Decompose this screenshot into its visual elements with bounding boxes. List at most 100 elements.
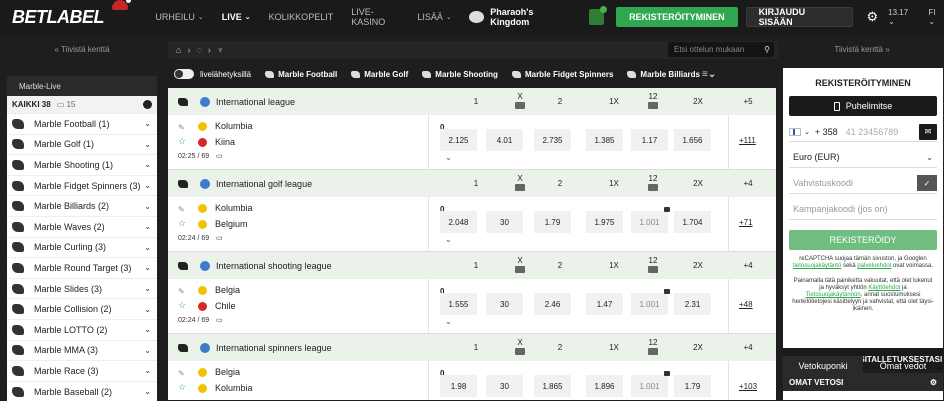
language-select[interactable]: FI ⌄ [928, 8, 944, 26]
event-row[interactable]: ✎☆02:24 / 69▭KolumbiaBelgium00⌄2.048301.… [168, 197, 776, 252]
trophy-icon[interactable]: ♆ [217, 45, 224, 55]
chevron-down-icon[interactable] [515, 348, 525, 355]
pin-icon[interactable]: ✎ [178, 287, 185, 296]
home-icon[interactable]: ⌂ [176, 45, 181, 55]
event-row[interactable]: ✎☆02:24 / 69▭BelgiaChile00⌄1.555302.461.… [168, 279, 776, 334]
collapse-left-button[interactable]: « Tiivistä kenttä [0, 34, 164, 64]
check-icon[interactable]: ✓ [917, 175, 937, 191]
event-row[interactable]: ✎☆BelgiaKolumbia00⌄1.98301.8651.8961.001… [168, 361, 776, 400]
league-header[interactable]: International spinners league 1 X 2 1X 12 2X +4 [168, 334, 776, 361]
terms-link[interactable]: palveluehdot [857, 263, 891, 269]
privacy-link[interactable]: tietosuojakäytäntö [793, 263, 841, 269]
sidebar-item-sport[interactable]: Marble Golf (1) ⌄ [7, 133, 157, 155]
sidebar-item-sport[interactable]: Marble MMA (3) ⌄ [7, 339, 157, 361]
odd-button[interactable]: 1.98 [440, 375, 477, 397]
nav-kolikkopelit[interactable]: KOLIKKOPELIT [260, 0, 343, 34]
nav-live-kasino[interactable]: LIVE-KASINO [342, 0, 408, 34]
odd-button[interactable]: 2.46 [534, 293, 571, 315]
odd-button[interactable]: 1.17 [631, 129, 668, 151]
filter-marble-fidget[interactable]: Marble Fidget Spinners [511, 70, 613, 79]
filter-marble-golf[interactable]: Marble Golf [351, 70, 408, 79]
chevron-down-icon[interactable] [515, 266, 525, 273]
chevron-down-icon[interactable] [648, 348, 658, 355]
gear-icon[interactable]: ⚙ [930, 378, 937, 387]
sidebar-item-sport[interactable]: Marble Round Target (3) ⌄ [7, 257, 157, 278]
odd-button[interactable]: 1.656 [674, 129, 711, 151]
more-markets-link[interactable]: +103 [739, 382, 757, 391]
gift-icon[interactable] [588, 6, 608, 25]
chevron-down-icon[interactable] [515, 102, 525, 109]
promo-code-field[interactable]: Kampanjakoodi (jos on) [789, 199, 937, 220]
pharaoh-promo-link[interactable]: Pharaoh's Kingdom [461, 7, 583, 27]
register-submit-button[interactable]: REKISTERÖIDY [789, 230, 937, 250]
pin-icon[interactable]: ✎ [178, 123, 185, 132]
nav-lisaa[interactable]: LISÄÄ ⌄ [408, 0, 460, 34]
odd-button[interactable]: 1.001 [631, 293, 668, 315]
more-markets-link[interactable]: +71 [739, 218, 753, 227]
star-icon[interactable]: ☆ [178, 382, 186, 393]
odd-button[interactable]: 1.704 [674, 211, 711, 233]
odd-button[interactable]: 1.001 [631, 211, 668, 233]
odd-button[interactable]: 1.47 [586, 293, 623, 315]
nav-live[interactable]: LIVE ⌄ [213, 0, 260, 34]
event-row[interactable]: ✎☆02:25 / 69▭KolumbiaKiina00⌄2.1254.012.… [168, 115, 776, 170]
clock[interactable]: 13.17 ⌄ [888, 8, 916, 26]
collapse-right-button[interactable]: Tiivistä kenttä » [780, 34, 944, 64]
chevron-down-icon[interactable]: ⌄ [445, 317, 452, 326]
search-input[interactable]: Etsi ottelun mukaan ⚲ [668, 42, 774, 57]
sidebar-item-sport[interactable]: Marble Collision (2) ⌄ [7, 298, 157, 319]
star-icon[interactable]: ☆ [178, 218, 186, 229]
all-sports-item[interactable]: KAIKKI 38 ▭ 15 [7, 96, 157, 113]
pin-icon[interactable]: ✎ [178, 205, 185, 214]
sidebar-item-sport[interactable]: Marble Football (1) ⌄ [7, 113, 157, 134]
privacy-policy-link[interactable]: Tietosuojakäytännön [806, 292, 861, 298]
more-markets-count[interactable]: +4 [738, 343, 758, 352]
filter-marble-billiards[interactable]: Marble Billiards ≡⌄ [627, 69, 716, 80]
sidebar-item-sport[interactable]: Marble Slides (3) ⌄ [7, 277, 157, 299]
gear-icon[interactable]: ⚙ [867, 9, 879, 25]
more-markets-count[interactable]: +4 [738, 179, 758, 188]
odd-button[interactable]: 1.79 [674, 375, 711, 397]
odd-button[interactable]: 30 [486, 211, 523, 233]
sidebar-item-sport[interactable]: Marble LOTTO (2) ⌄ [7, 318, 157, 340]
sidebar-item-sport[interactable]: Marble Billiards (2) ⌄ [7, 195, 157, 216]
confirm-code-field[interactable]: Vahvistuskoodi ✓ [789, 173, 937, 194]
odd-button[interactable]: 30 [486, 375, 523, 397]
menu-icon[interactable]: ≡⌄ [702, 69, 716, 80]
register-button[interactable]: REKISTERÖITYMINEN [616, 7, 738, 27]
live-stream-toggle[interactable] [174, 69, 194, 79]
chevron-down-icon[interactable] [515, 184, 525, 191]
more-markets-count[interactable]: +5 [738, 97, 758, 106]
odd-button[interactable]: 2.125 [440, 129, 477, 151]
odd-button[interactable]: 1.896 [586, 375, 623, 397]
odd-button[interactable]: 1.001 [631, 375, 668, 397]
sidebar-item-sport[interactable]: Marble Race (3) ⌄ [7, 360, 157, 381]
chevron-down-icon[interactable] [648, 266, 658, 273]
odd-button[interactable]: 2.31 [674, 293, 711, 315]
chevron-down-icon[interactable]: ⌄ [445, 153, 452, 162]
sidebar-item-sport[interactable]: Marble Waves (2) ⌄ [7, 215, 157, 237]
league-header[interactable]: International league 1 X 2 1X 12 2X +5 [168, 88, 776, 115]
chevron-down-icon[interactable] [648, 184, 658, 191]
star-icon[interactable]: ☆ [178, 136, 186, 147]
more-markets-count[interactable]: +4 [738, 261, 758, 270]
filter-marble-shooting[interactable]: Marble Shooting [422, 70, 498, 79]
league-header[interactable]: International shooting league 1 X 2 1X 12 2X +4 [168, 252, 776, 279]
more-markets-link[interactable]: +48 [739, 300, 753, 309]
odd-button[interactable]: 30 [486, 293, 523, 315]
odd-button[interactable]: 1.555 [440, 293, 477, 315]
odd-button[interactable]: 1.865 [534, 375, 571, 397]
odd-button[interactable]: 1.975 [586, 211, 623, 233]
login-button[interactable]: KIRJAUDU SISÄÄN [745, 7, 853, 27]
odd-button[interactable]: 2.735 [534, 129, 571, 151]
logo[interactable]: BETLABEL [0, 0, 146, 28]
phone-field[interactable]: ⌄ + 358 41 23456789 ✉ [789, 122, 937, 142]
mail-icon[interactable]: ✉ [919, 123, 937, 140]
odd-button[interactable]: 1.385 [586, 129, 623, 151]
sidebar-item-sport[interactable]: Marble Baseball (2) ⌄ [7, 380, 157, 401]
league-header[interactable]: International golf league 1 X 2 1X 12 2X +4 [168, 170, 776, 197]
phone-register-button[interactable]: Puhelimitse [789, 96, 937, 116]
sidebar-item-sport[interactable]: Marble Fidget Spinners (3) ⌄ [7, 174, 157, 196]
ball-icon[interactable]: ◌ [196, 45, 201, 55]
filter-marble-football[interactable]: Marble Football [265, 70, 337, 79]
